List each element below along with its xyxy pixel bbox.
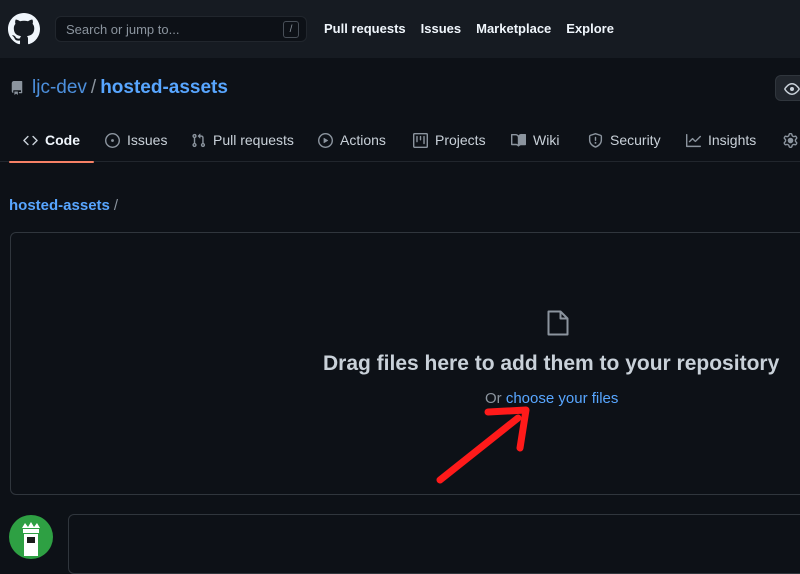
breadcrumb-repo-link[interactable]: hosted-assets <box>9 197 110 214</box>
tab-label: Code <box>45 132 80 148</box>
shield-icon <box>588 132 603 148</box>
tab-label: Wiki <box>533 132 560 148</box>
nav-pull-requests[interactable]: Pull requests <box>324 21 406 36</box>
global-nav: Pull requests Issues Marketplace Explore <box>324 21 614 36</box>
repo-tabs: Code Issues Pull requests Actions Projec… <box>0 118 800 163</box>
tab-settings[interactable] <box>783 118 800 162</box>
commit-changes-box <box>68 514 800 574</box>
gear-icon <box>783 132 798 148</box>
repo-owner-link[interactable]: ljc-dev <box>32 77 87 99</box>
watch-button[interactable] <box>775 75 800 101</box>
breadcrumb: hosted-assets / <box>9 197 118 214</box>
issue-opened-icon <box>105 132 120 148</box>
book-icon <box>511 133 526 147</box>
tab-label: Actions <box>340 132 386 148</box>
tab-actions[interactable]: Actions <box>318 118 386 162</box>
tab-projects[interactable]: Projects <box>413 118 486 162</box>
nav-issues[interactable]: Issues <box>421 21 461 36</box>
repo-title: ljc-dev / hosted-assets <box>10 77 228 99</box>
eye-icon <box>784 83 800 95</box>
repo-name-link[interactable]: hosted-assets <box>100 77 228 99</box>
avatar-crest-icon <box>22 522 40 556</box>
code-icon <box>23 135 38 145</box>
breadcrumb-separator: / <box>113 197 119 214</box>
search-input[interactable]: Search or jump to... / <box>55 16 307 42</box>
github-logo-icon[interactable] <box>8 13 40 45</box>
play-icon <box>318 132 333 148</box>
global-header: Search or jump to... / Pull requests Iss… <box>0 0 800 58</box>
graph-icon <box>686 133 701 147</box>
tab-security[interactable]: Security <box>588 118 661 162</box>
tab-label: Issues <box>127 132 168 148</box>
tab-issues[interactable]: Issues <box>105 118 167 162</box>
tab-label: Projects <box>435 132 486 148</box>
search-placeholder: Search or jump to... <box>66 22 180 37</box>
tab-wiki[interactable]: Wiki <box>511 118 559 162</box>
search-shortcut-key: / <box>283 21 299 38</box>
annotation-arrow-icon <box>436 406 530 484</box>
project-icon <box>413 132 428 148</box>
user-avatar[interactable] <box>9 515 53 559</box>
nav-marketplace[interactable]: Marketplace <box>476 21 551 36</box>
tab-pull-requests[interactable]: Pull requests <box>191 118 294 162</box>
repo-separator: / <box>90 77 97 98</box>
tab-insights[interactable]: Insights <box>686 118 756 162</box>
repo-icon <box>11 81 23 95</box>
tab-label: Pull requests <box>213 132 294 148</box>
tab-code[interactable]: Code <box>9 118 94 163</box>
drop-zone-heading: Drag files here to add them to your repo… <box>323 352 780 375</box>
tab-label: Insights <box>708 132 757 148</box>
file-icon <box>547 310 569 336</box>
nav-explore[interactable]: Explore <box>566 21 614 36</box>
git-pull-request-icon <box>192 133 206 147</box>
tab-label: Security <box>610 132 661 148</box>
